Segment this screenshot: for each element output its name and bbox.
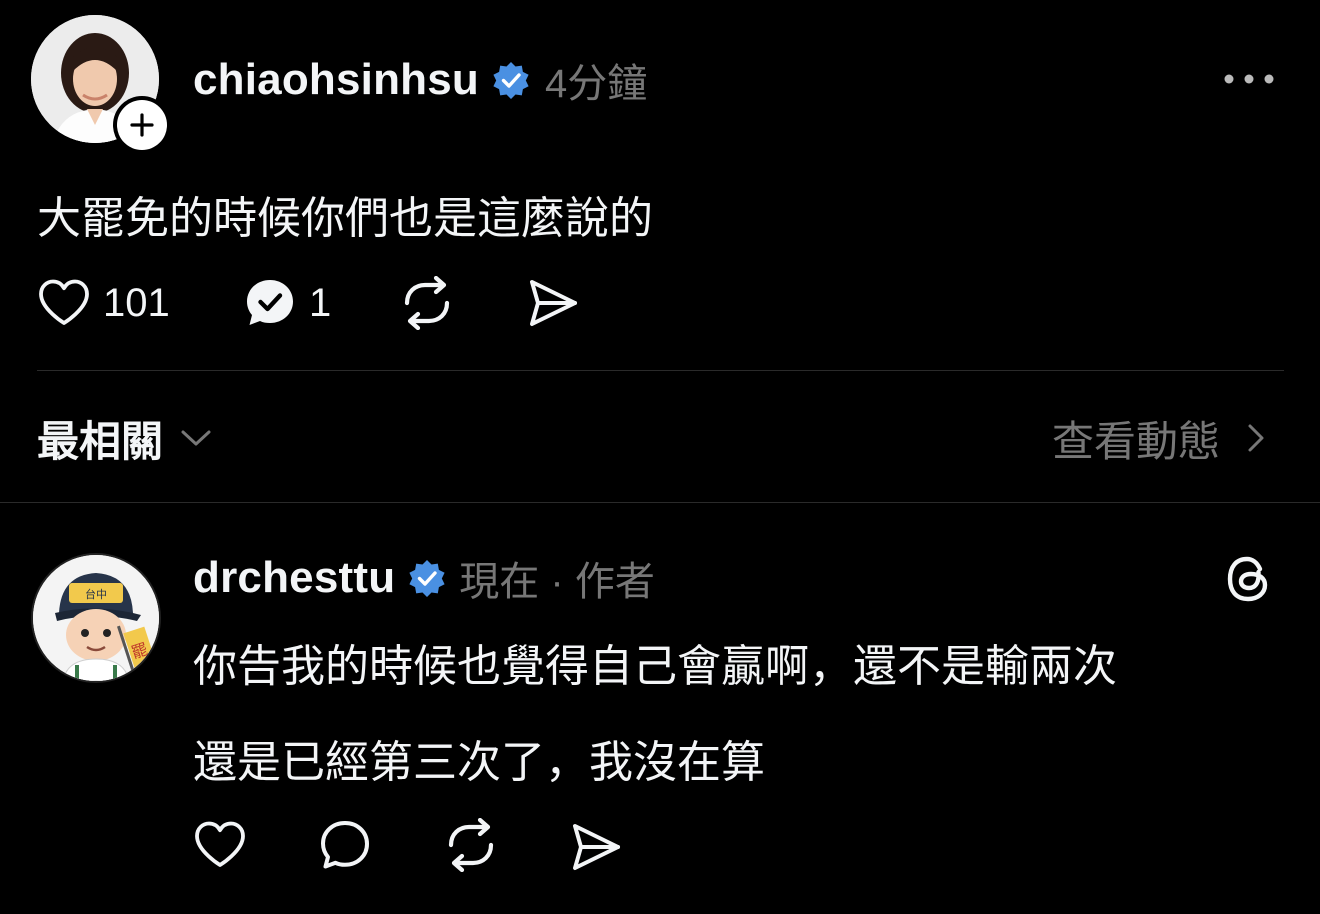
- send-icon: [530, 280, 577, 326]
- verified-badge-icon: [493, 62, 529, 99]
- reply-text-line-1: 你告我的時候也覺得自己會贏啊，還不是輸兩次: [193, 642, 1117, 691]
- post-username[interactable]: chiaohsinhsu: [193, 55, 479, 105]
- ellipsis-icon: [1224, 74, 1274, 84]
- more-options-button[interactable]: [1220, 62, 1278, 96]
- threads-logo-icon: [1227, 556, 1268, 602]
- reply-count: 1: [309, 280, 332, 325]
- reply-meta: 現在 · 作者: [459, 560, 655, 604]
- reply-text-line-2: 還是已經第三次了，我沒在算: [193, 738, 765, 787]
- comment-bubble-icon: [321, 821, 369, 869]
- reply-button[interactable]: 1: [243, 276, 331, 330]
- post-divider: [37, 370, 1284, 371]
- reply-author-avatar[interactable]: 台中 罷: [31, 553, 161, 683]
- reply-bubble-icon: [247, 280, 293, 325]
- post-text: 大罷免的時候你們也是這麼說的: [37, 194, 653, 243]
- reply-repost-button[interactable]: [443, 818, 499, 872]
- chevron-right-icon: [1248, 424, 1264, 452]
- send-icon: [573, 824, 620, 870]
- plus-icon: [130, 113, 154, 137]
- cartoon-avatar: 台中 罷: [33, 555, 159, 681]
- post-time: 4分鐘: [545, 62, 648, 106]
- heart-icon: [39, 279, 89, 325]
- chevron-down-icon: [181, 430, 211, 446]
- reply-username[interactable]: drchesttu: [193, 553, 395, 603]
- reply-reply-button[interactable]: [318, 818, 372, 872]
- view-activity-link[interactable]: 查看動態: [1052, 410, 1266, 466]
- cap-emblem-text: 台中: [85, 587, 107, 601]
- share-button[interactable]: [526, 276, 580, 330]
- reply-like-button[interactable]: [193, 820, 247, 870]
- reply-share-button[interactable]: [569, 820, 623, 874]
- view-activity-label: 查看動態: [1051, 417, 1220, 465]
- repost-icon: [448, 818, 494, 872]
- heart-icon: [195, 821, 245, 867]
- sort-dropdown[interactable]: 最相關: [37, 410, 213, 466]
- repost-icon: [404, 276, 450, 330]
- like-button[interactable]: 101: [37, 276, 170, 330]
- sort-label: 最相關: [37, 417, 164, 465]
- follow-plus-button[interactable]: [113, 96, 171, 154]
- verified-badge-icon: [409, 560, 445, 597]
- section-divider: [0, 502, 1320, 503]
- like-count: 101: [103, 280, 170, 325]
- threads-logo-button[interactable]: [1222, 553, 1274, 605]
- repost-button[interactable]: [399, 276, 455, 330]
